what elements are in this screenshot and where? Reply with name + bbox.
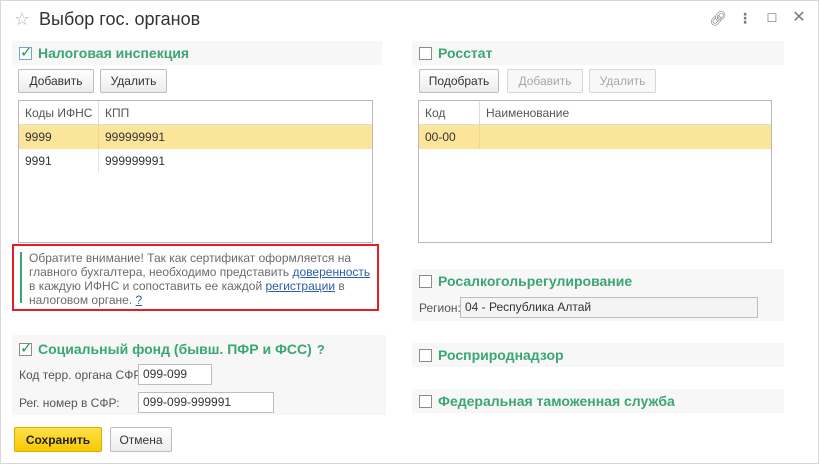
rosstat-table: Код Наименование 00-00 — [418, 100, 772, 243]
rosalko-region-field[interactable]: 04 - Республика Алтай — [460, 297, 758, 318]
cell-name — [479, 125, 771, 149]
notice-text: Обратите внимание! Так как сертификат оф… — [29, 251, 374, 307]
notice-box: Обратите внимание! Так как сертификат оф… — [12, 244, 379, 311]
rosalko-section-header: Росалкогольрегулирование — [419, 271, 632, 291]
rospriroda-checkbox[interactable] — [419, 348, 432, 362]
rosalko-region-label: Регион: — [419, 301, 461, 315]
rospriroda-section-title: Росприроднадзор — [438, 347, 564, 363]
rosstat-section-title: Росстат — [438, 45, 493, 61]
cancel-button[interactable]: Отмена — [110, 427, 172, 452]
link-icon[interactable]: 🔗︎ — [709, 10, 727, 26]
sfr-checkbox[interactable] — [19, 339, 33, 357]
sfr-reg-label: Рег. номер в СФР: — [19, 396, 120, 410]
tax-section-title: Налоговая инспекция — [38, 45, 190, 61]
tax-delete-button[interactable]: Удалить — [100, 69, 167, 93]
rosstat-section-header: Росстат — [419, 43, 492, 63]
maximize-icon[interactable]: ☐ — [763, 10, 781, 26]
rosstat-delete-button[interactable]: Удалить — [589, 69, 656, 93]
sfr-code-label: Код терр. органа СФР: — [19, 368, 145, 382]
rosalko-section-title: Росалкогольрегулирование — [438, 273, 633, 289]
sfr-code-field[interactable]: 099-099 — [138, 364, 212, 385]
customs-checkbox[interactable] — [419, 394, 432, 408]
tax-add-button[interactable]: Добавить — [18, 69, 94, 93]
notice-accent-bar — [20, 252, 22, 303]
save-button[interactable]: Сохранить — [14, 427, 102, 452]
sfr-help-icon[interactable]: ? — [317, 342, 325, 357]
cell-kpp: 999999991 — [98, 125, 372, 149]
close-icon[interactable]: ✕ — [790, 10, 808, 26]
cell-code: 00-00 — [425, 130, 456, 144]
tax-table: Коды ИФНС КПП 9999 999999991 9991 999999… — [18, 100, 373, 243]
column-header-ifns[interactable]: Коды ИФНС — [19, 101, 98, 125]
table-row[interactable]: 9999 999999991 — [19, 125, 372, 149]
table-row[interactable]: 00-00 — [419, 125, 771, 149]
rosstat-checkbox[interactable] — [419, 46, 432, 60]
column-header-code[interactable]: Код — [419, 101, 479, 125]
rosalko-checkbox[interactable] — [419, 274, 432, 288]
rosstat-pick-button[interactable]: Подобрать — [419, 69, 499, 93]
sfr-section-title: Социальный фонд (бывш. ПФР и ФСС) — [38, 341, 312, 357]
customs-section-header: Федеральная таможенная служба — [419, 391, 675, 411]
sfr-section-header: Социальный фонд (бывш. ПФР и ФСС) ? — [19, 339, 325, 359]
sfr-reg-field[interactable]: 099-099-999991 — [138, 392, 274, 413]
column-header-name[interactable]: Наименование — [479, 101, 771, 125]
tax-section-header: Налоговая инспекция — [19, 43, 189, 63]
rosstat-table-header: Код Наименование — [419, 101, 771, 125]
customs-section-title: Федеральная таможенная служба — [438, 393, 675, 409]
tax-checkbox[interactable] — [19, 43, 33, 61]
registration-link[interactable]: регистрации — [266, 279, 336, 293]
window-title: Выбор гос. органов — [39, 9, 201, 29]
notice-text-part: в каждую ИФНС и сопоставить ее каждой — [29, 279, 266, 293]
star-icon[interactable]: ☆ — [14, 10, 30, 28]
cell-ifns: 9999 — [25, 130, 52, 144]
more-vertical-icon[interactable]: ⋮ — [736, 10, 754, 26]
dialog-window: ☆ Выбор гос. органов 🔗︎ ⋮ ☐ ✕ Налоговая … — [0, 0, 819, 464]
notice-help-link[interactable]: ? — [136, 293, 143, 307]
table-row[interactable]: 9991 999999991 — [19, 149, 372, 173]
title-bar: ☆ Выбор гос. органов 🔗︎ ⋮ ☐ ✕ — [1, 1, 819, 37]
cell-ifns: 9991 — [25, 154, 52, 168]
rosstat-add-button[interactable]: Добавить — [507, 69, 583, 93]
power-of-attorney-link[interactable]: доверенность — [293, 265, 371, 279]
tax-table-header: Коды ИФНС КПП — [19, 101, 372, 125]
column-header-kpp[interactable]: КПП — [98, 101, 372, 125]
cell-kpp: 999999991 — [98, 149, 372, 173]
rospriroda-section-header: Росприроднадзор — [419, 345, 564, 365]
